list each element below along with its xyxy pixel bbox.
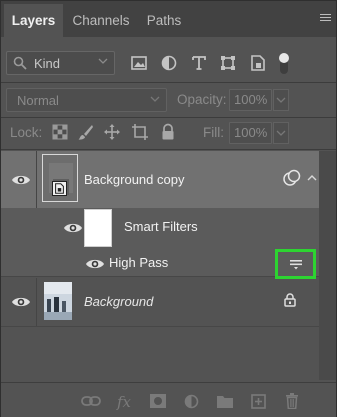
visibility-eye-icon[interactable]: [11, 173, 31, 187]
tab-layers[interactable]: Layers: [4, 4, 63, 37]
fx-icon[interactable]: fx: [117, 393, 131, 411]
tab-paths[interactable]: Paths: [138, 4, 190, 37]
visibility-eye-icon[interactable]: [11, 295, 31, 309]
layer-thumbnail: [44, 282, 72, 320]
layers-scrollbar[interactable]: [319, 151, 336, 380]
blend-mode-label: Normal: [17, 93, 59, 108]
lock-all-icon[interactable]: [159, 123, 177, 141]
new-layer-icon[interactable]: [251, 394, 266, 409]
layer-name[interactable]: Background: [84, 294, 153, 309]
tab-channels[interactable]: Channels: [64, 4, 138, 37]
add-mask-icon[interactable]: [150, 394, 166, 408]
visibility-eye-icon[interactable]: [63, 221, 83, 235]
chevron-down-icon: [150, 96, 160, 102]
delete-icon[interactable]: [285, 393, 299, 409]
fill-label: Fill:: [203, 125, 224, 140]
lock-position-icon[interactable]: [103, 123, 121, 141]
smart-filter-indicator-icon: [283, 169, 301, 186]
smart-filters-mask-thumbnail: [84, 209, 112, 247]
blending-options-icon: [290, 260, 302, 270]
chevron-down-icon: [98, 58, 108, 64]
filter-blending-options-button[interactable]: [275, 249, 316, 279]
panel-menu-icon[interactable]: [320, 14, 331, 23]
lock-image-pixels-icon[interactable]: [77, 123, 95, 141]
smart-filters-label[interactable]: Smart Filters: [124, 219, 198, 234]
chevron-up-icon[interactable]: [307, 174, 317, 182]
fill-input[interactable]: 100%: [229, 122, 272, 144]
blend-mode-select[interactable]: Normal: [6, 88, 167, 112]
fill-slider-button[interactable]: [273, 122, 289, 144]
chevron-down-icon: [276, 97, 286, 103]
layer-name[interactable]: Background copy: [84, 172, 184, 187]
lock-label: Lock:: [10, 125, 43, 140]
layers-panel: Layers Channels Paths Kind Normal Opacit…: [0, 0, 337, 417]
filter-name[interactable]: High Pass: [109, 255, 168, 270]
search-icon: [13, 56, 27, 70]
shape-filter-icon[interactable]: [219, 54, 237, 72]
panel-tab-bar: Layers Channels Paths: [1, 1, 336, 37]
adjustment-layer-icon[interactable]: [184, 394, 199, 409]
opacity-slider-button[interactable]: [273, 89, 289, 111]
chevron-down-icon: [276, 130, 286, 136]
filter-kind-label: Kind: [34, 56, 61, 71]
image-filter-icon[interactable]: [130, 54, 148, 72]
filter-kind-select[interactable]: Kind: [6, 51, 115, 75]
smart-object-filter-icon[interactable]: [249, 54, 267, 72]
layer-locked-icon: [284, 293, 296, 307]
lock-artboard-icon[interactable]: [131, 123, 149, 141]
lock-transparent-pixels-icon[interactable]: [51, 123, 69, 141]
smart-object-badge-icon: [52, 181, 67, 196]
layers-bottom-bar: fx: [1, 382, 336, 417]
link-layers-icon[interactable]: [81, 395, 101, 407]
opacity-input[interactable]: 100%: [229, 89, 272, 111]
filter-toggle-icon[interactable]: [277, 52, 291, 76]
opacity-label: Opacity:: [177, 92, 227, 107]
visibility-eye-icon[interactable]: [85, 257, 105, 271]
adjustment-filter-icon[interactable]: [160, 54, 178, 72]
type-filter-icon[interactable]: [190, 54, 208, 72]
new-group-icon[interactable]: [217, 394, 233, 408]
